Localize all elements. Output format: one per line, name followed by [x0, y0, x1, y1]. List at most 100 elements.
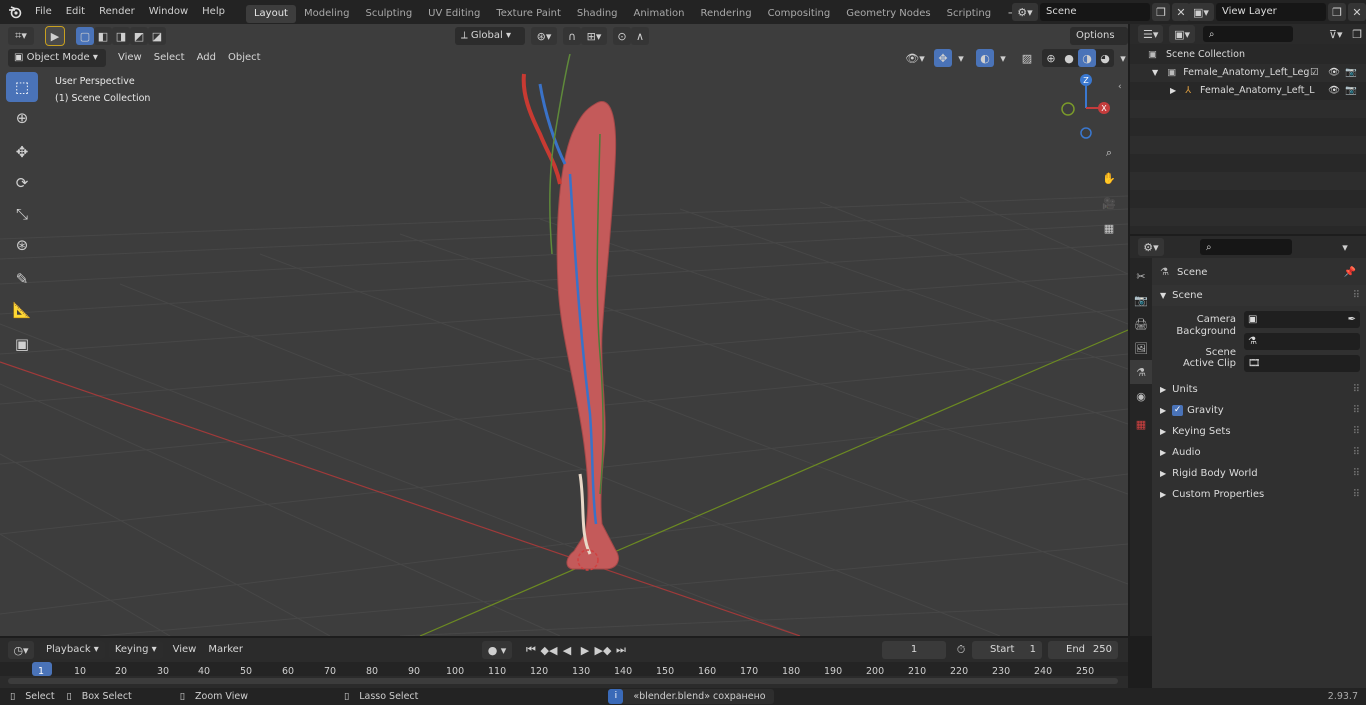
delete-view-layer-icon[interactable]: ✕: [1348, 3, 1366, 21]
gizmo-dropdown-icon[interactable]: ▾: [952, 49, 970, 67]
play-icon[interactable]: ▶: [576, 641, 594, 659]
properties-editor-type-icon[interactable]: ⚙▾: [1138, 238, 1164, 256]
gizmo-toggle-icon[interactable]: ✥: [934, 49, 952, 67]
expand-arrow-icon[interactable]: ▶: [1170, 86, 1176, 95]
rendered-shading-icon[interactable]: ◕: [1096, 49, 1114, 67]
scene-panel-header[interactable]: ▼ Scene ⠿: [1152, 285, 1366, 306]
camera-field[interactable]: ▣ ✒: [1244, 311, 1360, 328]
tab-shading[interactable]: Shading: [569, 5, 626, 23]
next-keyframe-icon[interactable]: ▶◆: [594, 641, 612, 659]
texture-tab-icon[interactable]: ▦: [1130, 412, 1152, 436]
start-frame-field[interactable]: Start 1: [972, 641, 1042, 659]
visibility-icon[interactable]: 👁▾: [902, 49, 928, 67]
timeline-scrollbar[interactable]: [8, 678, 1118, 684]
view-layer-field[interactable]: View Layer: [1216, 3, 1326, 21]
measure-tool-icon[interactable]: 📐: [6, 295, 38, 325]
rigid-body-world-panel-header[interactable]: ▶ Rigid Body World ⠿: [1152, 463, 1366, 484]
timeline-editor-type-icon[interactable]: ◷▾: [8, 641, 34, 659]
tab-scripting[interactable]: Scripting: [939, 5, 999, 23]
select-subtract-icon[interactable]: ◨: [112, 27, 130, 45]
tab-texture-paint[interactable]: Texture Paint: [488, 5, 569, 23]
tab-animation[interactable]: Animation: [626, 5, 693, 23]
scene-tab-icon[interactable]: ⚗: [1130, 360, 1152, 384]
gravity-checkbox[interactable]: ✓: [1172, 405, 1184, 416]
menu-select[interactable]: Select: [148, 49, 191, 67]
scene-name-field[interactable]: Scene: [1040, 3, 1150, 21]
editor-type-icon[interactable]: ⌗▾: [8, 27, 34, 45]
drag-handle-icon[interactable]: ⠿: [1353, 285, 1360, 306]
leg-model[interactable]: [500, 54, 700, 594]
material-shading-icon[interactable]: ◑: [1078, 49, 1096, 67]
display-mode-icon[interactable]: ▣▾: [1169, 25, 1195, 43]
drag-handle-icon[interactable]: ⠿: [1353, 400, 1360, 421]
new-view-layer-icon[interactable]: ❐: [1328, 3, 1346, 21]
tab-modeling[interactable]: Modeling: [296, 5, 358, 23]
eyedropper-icon[interactable]: ✒: [1348, 309, 1356, 330]
filter-icon[interactable]: ⊽▾: [1323, 25, 1348, 43]
select-extend-icon[interactable]: ◧: [94, 27, 112, 45]
select-new-icon[interactable]: ▢: [76, 27, 94, 45]
use-preview-range-icon[interactable]: ⏱: [952, 641, 970, 659]
blender-logo-icon[interactable]: [6, 3, 24, 21]
scene-icon[interactable]: ⚙▾: [1012, 3, 1038, 21]
drag-handle-icon[interactable]: ⠿: [1353, 463, 1360, 484]
end-frame-field[interactable]: End 250: [1048, 641, 1118, 659]
menu-help[interactable]: Help: [195, 0, 232, 24]
xray-toggle-icon[interactable]: ▨: [1018, 49, 1036, 67]
options-dropdown[interactable]: Options ▾: [1070, 27, 1128, 59]
play-reverse-icon[interactable]: ◀: [558, 641, 576, 659]
expand-arrow-icon[interactable]: ▼: [1152, 68, 1158, 77]
pan-hand-icon[interactable]: ✋: [1098, 167, 1120, 189]
menu-view[interactable]: View: [112, 49, 148, 67]
scale-tool-icon[interactable]: ⤡: [6, 199, 38, 229]
drag-handle-icon[interactable]: ⠿: [1353, 421, 1360, 442]
select-tool-icon[interactable]: ▶: [45, 26, 65, 46]
overlays-dropdown-icon[interactable]: ▾: [994, 49, 1012, 67]
overlays-toggle-icon[interactable]: ◐: [976, 49, 994, 67]
view-layer-tab-icon[interactable]: 🖼: [1130, 336, 1152, 360]
render-camera-icon[interactable]: 📷: [1345, 64, 1357, 82]
wireframe-shading-icon[interactable]: ⊕: [1042, 49, 1060, 67]
menu-add[interactable]: Add: [191, 49, 222, 67]
proportional-editing-icon[interactable]: ⊙: [613, 27, 631, 45]
select-intersect-icon[interactable]: ◪: [148, 27, 166, 45]
new-collection-icon[interactable]: ❐: [1348, 25, 1366, 43]
sidebar-toggle-icon[interactable]: ‹: [1118, 82, 1122, 92]
custom-properties-panel-header[interactable]: ▶ Custom Properties ⠿: [1152, 484, 1366, 505]
render-camera-icon[interactable]: 📷: [1345, 82, 1357, 100]
visibility-eye-icon[interactable]: 👁: [1328, 82, 1340, 100]
visibility-eye-icon[interactable]: 👁: [1328, 64, 1340, 82]
tab-geometry-nodes[interactable]: Geometry Nodes: [838, 5, 938, 23]
outliner-row-object[interactable]: ▶ ⅄ Female_Anatomy_Left_L 👁 📷: [1130, 82, 1366, 100]
current-frame-field[interactable]: 1: [882, 641, 946, 659]
outliner-scene-collection[interactable]: ▣ Scene Collection: [1130, 46, 1366, 64]
jump-end-icon[interactable]: ⏭: [612, 641, 630, 659]
outliner-search-input[interactable]: ⌕: [1202, 26, 1293, 42]
navigation-gizmo[interactable]: Z X: [1058, 72, 1118, 142]
outliner-editor-type-icon[interactable]: ☰▾: [1138, 25, 1164, 43]
background-scene-field[interactable]: ⚗: [1244, 333, 1360, 350]
auto-keying-icon[interactable]: ● ▾: [482, 641, 512, 659]
active-clip-field[interactable]: 🎞: [1244, 355, 1360, 372]
drag-handle-icon[interactable]: ⠿: [1353, 442, 1360, 463]
marker-menu[interactable]: Marker: [202, 641, 249, 659]
mode-dropdown[interactable]: ▣ Object Mode ▾: [8, 49, 106, 67]
drag-handle-icon[interactable]: ⠿: [1353, 484, 1360, 505]
view-layer-icon[interactable]: ▣▾: [1188, 3, 1214, 21]
prev-keyframe-icon[interactable]: ◆◀: [540, 641, 558, 659]
pivot-point-icon[interactable]: ⊛▾: [531, 27, 557, 45]
tab-sculpting[interactable]: Sculpting: [357, 5, 420, 23]
menu-object[interactable]: Object: [222, 49, 267, 67]
status-report[interactable]: i «blender.blend» сохранено: [608, 689, 774, 704]
transform-tool-icon[interactable]: ⊛: [6, 230, 38, 260]
solid-shading-icon[interactable]: ●: [1060, 49, 1078, 67]
drag-handle-icon[interactable]: ⠿: [1353, 379, 1360, 400]
snap-target-icon[interactable]: ⊞▾: [581, 27, 607, 45]
keying-menu[interactable]: Keying ▾: [108, 641, 163, 659]
tab-uv-editing[interactable]: UV Editing: [420, 5, 488, 23]
rotate-tool-icon[interactable]: ⟳: [6, 168, 38, 198]
world-tab-icon[interactable]: ◉: [1130, 384, 1152, 408]
add-cube-tool-icon[interactable]: ▣: [6, 329, 38, 359]
properties-search-input[interactable]: ⌕: [1200, 239, 1292, 255]
annotate-tool-icon[interactable]: ✎: [6, 264, 38, 294]
